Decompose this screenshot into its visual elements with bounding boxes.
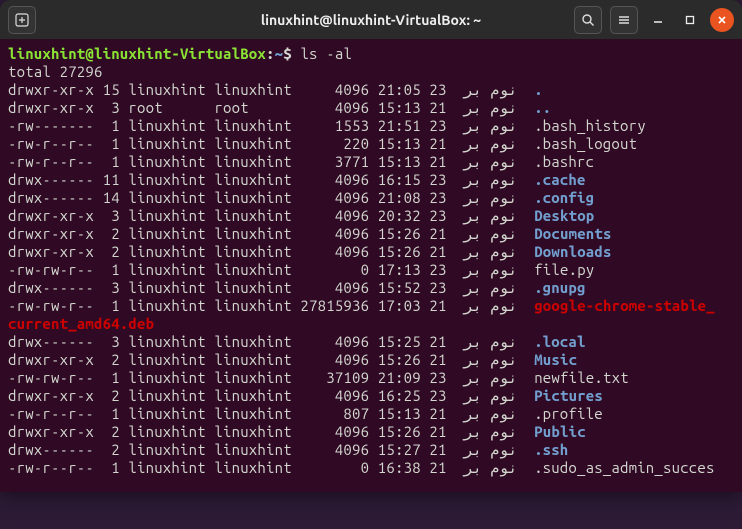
prompt-path: ~ [275, 45, 284, 62]
file-name: .bash_history [534, 117, 646, 134]
file-name: file.py [534, 261, 594, 278]
titlebar-right [574, 6, 734, 34]
file-name: Public [534, 423, 586, 440]
maximize-button[interactable] [678, 8, 702, 32]
file-name: Downloads [534, 243, 611, 260]
ls-row: drwxr-xr-x 2 linuxhint linuxhint 4096 15… [8, 243, 734, 261]
ls-row: drwx------ 3 linuxhint linuxhint 4096 15… [8, 279, 734, 297]
total-line: total 27296 [8, 63, 734, 81]
file-name: .local [534, 333, 585, 350]
prompt-sigil: $ [283, 45, 300, 62]
ls-row: -rw-r--r-- 1 linuxhint linuxhint 220 15:… [8, 135, 734, 153]
maximize-icon [684, 14, 696, 26]
ls-row: drwx------ 2 linuxhint linuxhint 4096 15… [8, 441, 734, 459]
ls-row: drwx------ 11 linuxhint linuxhint 4096 1… [8, 171, 734, 189]
command-text: ls -al [300, 45, 352, 62]
file-name: .sudo_as_admin_succes [534, 459, 714, 476]
prompt-line: linuxhint@linuxhint-VirtualBox:~$ ls -al [8, 45, 734, 63]
file-name: . [534, 81, 542, 98]
file-name: .profile [534, 405, 603, 422]
file-name: .ssh [534, 441, 568, 458]
ls-row: -rw-rw-r-- 1 linuxhint linuxhint 2781593… [8, 297, 734, 315]
file-name: .gnupg [534, 279, 585, 296]
ls-row: -rw------- 1 linuxhint linuxhint 1553 21… [8, 117, 734, 135]
file-name: google-chrome-stable_ [534, 297, 715, 314]
minimize-button[interactable] [646, 8, 670, 32]
ls-row: -rw-r--r-- 1 linuxhint linuxhint 807 15:… [8, 405, 734, 423]
ls-row: drwxr-xr-x 2 linuxhint linuxhint 4096 16… [8, 387, 734, 405]
ls-row: -rw-r--r-- 1 linuxhint linuxhint 3771 15… [8, 153, 734, 171]
titlebar[interactable]: linuxhint@linuxhint-VirtualBox: ~ [0, 0, 742, 39]
ls-row: drwx------ 3 linuxhint linuxhint 4096 15… [8, 333, 734, 351]
ls-row: -rw-r--r-- 1 linuxhint linuxhint 0 16:38… [8, 459, 734, 477]
file-name: .cache [534, 171, 585, 188]
file-name: .bashrc [534, 153, 594, 170]
ls-row: drwxr-xr-x 3 root root 4096 15:13 21 نوم… [8, 99, 734, 117]
ls-row: drwxr-xr-x 2 linuxhint linuxhint 4096 15… [8, 351, 734, 369]
minimize-icon [652, 14, 664, 26]
file-name: .. [534, 99, 551, 116]
titlebar-left [8, 6, 36, 34]
file-name: Documents [534, 225, 611, 242]
ls-row: drwxr-xr-x 3 linuxhint linuxhint 4096 20… [8, 207, 734, 225]
ls-row: -rw-rw-r-- 1 linuxhint linuxhint 0 17:13… [8, 261, 734, 279]
file-name: .config [534, 189, 594, 206]
ls-row: -rw-rw-r-- 1 linuxhint linuxhint 37109 2… [8, 369, 734, 387]
ls-row: drwxr-xr-x 2 linuxhint linuxhint 4096 15… [8, 225, 734, 243]
file-name: Desktop [534, 207, 594, 224]
search-icon [581, 13, 595, 27]
new-tab-button[interactable] [8, 6, 36, 34]
hamburger-icon [617, 13, 631, 27]
menu-button[interactable] [610, 6, 638, 34]
file-name: Music [534, 351, 577, 368]
file-name-wrap: current_amd64.deb [8, 315, 154, 332]
terminal-window: linuxhint@linuxhint-VirtualBox: ~ linuxh… [0, 0, 742, 492]
plus-box-icon [15, 13, 29, 27]
file-name: Pictures [534, 387, 603, 404]
ls-row: drwxr-xr-x 15 linuxhint linuxhint 4096 2… [8, 81, 734, 99]
search-button[interactable] [574, 6, 602, 34]
ls-row-wrap: current_amd64.deb [8, 315, 734, 333]
prompt-sep: : [266, 45, 275, 62]
close-icon [716, 14, 728, 26]
file-name: newfile.txt [534, 369, 629, 386]
ls-row: drwx------ 14 linuxhint linuxhint 4096 2… [8, 189, 734, 207]
prompt-userhost: linuxhint@linuxhint-VirtualBox [8, 45, 266, 62]
terminal-viewport[interactable]: linuxhint@linuxhint-VirtualBox:~$ ls -al… [0, 39, 742, 492]
close-button[interactable] [710, 8, 734, 32]
ls-row: drwxr-xr-x 2 linuxhint linuxhint 4096 15… [8, 423, 734, 441]
file-name: .bash_logout [534, 135, 637, 152]
